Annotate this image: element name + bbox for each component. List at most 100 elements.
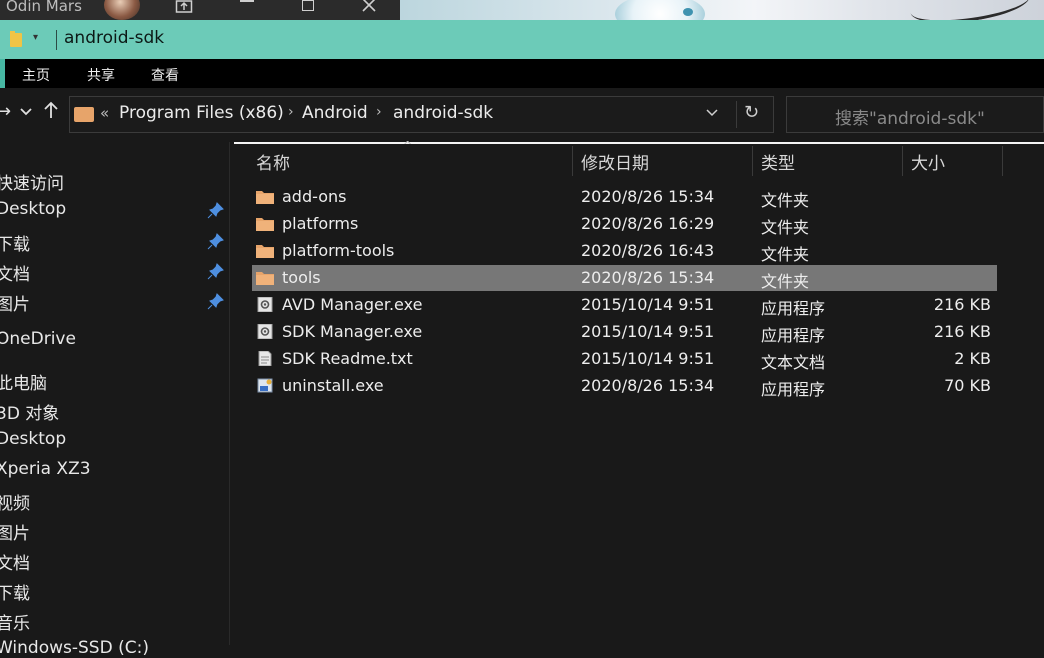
forward-arrow-icon[interactable]: → <box>0 101 11 122</box>
sidebar-item-c-drive[interactable]: Windows-SSD (C:) <box>0 638 149 658</box>
address-bar[interactable]: « Program Files (x86) › Android › androi… <box>69 96 774 133</box>
text-document-icon <box>258 351 272 366</box>
tab-share[interactable]: 共享 <box>87 65 115 85</box>
navigation-bar: → « Program Files (x86) › Android › andr… <box>0 88 1044 142</box>
file-type: 文件夹 <box>761 272 810 291</box>
file-type: 文件夹 <box>761 218 810 237</box>
file-row-sdk-manager[interactable]: SDK Manager.exe 2015/10/14 9:51 应用程序 216… <box>252 319 997 345</box>
breadcrumb-separator-icon[interactable]: › <box>288 104 294 120</box>
column-header-size[interactable]: 大小 <box>911 149 945 174</box>
tab-view[interactable]: 查看 <box>151 65 179 85</box>
file-date: 2015/10/14 9:51 <box>581 322 715 341</box>
sidebar-item-3d-objects[interactable]: 3D 对象 <box>0 399 59 424</box>
file-type: 应用程序 <box>761 380 826 399</box>
sidebar-item-quick-access[interactable]: 快速访问 <box>0 169 64 194</box>
sidebar-item-desktop[interactable]: Desktop <box>0 199 66 219</box>
refresh-icon[interactable]: ↻ <box>744 102 759 123</box>
content-top-border <box>234 142 1044 144</box>
close-icon <box>362 0 376 12</box>
sidebar-item-pictures-pc[interactable]: 图片 <box>0 519 30 544</box>
wallpaper-stroke <box>908 0 1032 20</box>
folder-icon <box>256 218 274 231</box>
sidebar-item-desktop-pc[interactable]: Desktop <box>0 429 66 449</box>
file-date: 2015/10/14 9:51 <box>581 349 715 368</box>
ribbon-tabs: 主页 共享 查看 <box>0 59 1044 88</box>
pin-icon[interactable] <box>207 262 225 280</box>
maximize-button[interactable] <box>297 0 319 16</box>
file-name: SDK Readme.txt <box>282 349 413 368</box>
file-date: 2015/10/14 9:51 <box>581 295 715 314</box>
breadcrumb-android[interactable]: Android <box>302 103 368 123</box>
search-input[interactable]: 搜索"android-sdk" <box>786 96 1044 133</box>
quick-access-toolbar-dropdown[interactable]: ▾ <box>33 32 38 43</box>
recent-locations-chevron-icon[interactable] <box>20 105 32 120</box>
sidebar-item-onedrive[interactable]: OneDrive <box>0 329 76 349</box>
minimize-button[interactable] <box>236 0 258 16</box>
ribbon-accent <box>0 59 5 88</box>
sidebar-item-this-pc[interactable]: 此电脑 <box>0 369 47 394</box>
title-divider <box>56 30 57 50</box>
maximize-icon <box>302 0 314 11</box>
window-title: android-sdk <box>64 28 165 48</box>
breadcrumb-program-files[interactable]: Program Files (x86) <box>119 103 284 123</box>
file-name: AVD Manager.exe <box>282 295 423 314</box>
application-gear-icon <box>257 297 273 312</box>
column-divider[interactable] <box>902 146 903 176</box>
file-size: 70 KB <box>944 376 991 395</box>
file-row-add-ons[interactable]: add-ons 2020/8/26 15:34 文件夹 <box>252 184 997 210</box>
folder-icon <box>74 107 94 122</box>
sidebar-item-videos[interactable]: 视频 <box>0 489 30 514</box>
file-row-platform-tools[interactable]: platform-tools 2020/8/26 16:43 文件夹 <box>252 238 997 264</box>
file-name: uninstall.exe <box>282 376 384 395</box>
folder-icon <box>256 191 274 204</box>
file-date: 2020/8/26 15:34 <box>581 376 715 395</box>
pin-to-taskbar-icon[interactable] <box>173 0 195 16</box>
sidebar-item-documents[interactable]: 文档 <box>0 260 30 285</box>
account-name[interactable]: Odin Mars <box>6 0 82 15</box>
file-row-platforms[interactable]: platforms 2020/8/26 16:29 文件夹 <box>252 211 997 237</box>
column-header-type[interactable]: 类型 <box>761 149 795 174</box>
breadcrumb-separator-icon[interactable]: › <box>376 104 382 120</box>
sidebar-item-downloads-pc[interactable]: 下载 <box>0 579 30 604</box>
file-type: 文本文档 <box>761 353 826 372</box>
file-date: 2020/8/26 15:34 <box>581 268 715 287</box>
minimize-icon <box>240 0 254 2</box>
wallpaper-figure-eye <box>683 8 693 16</box>
breadcrumb-overflow-icon[interactable]: « <box>100 104 109 122</box>
file-size: 216 KB <box>933 322 991 341</box>
sidebar-item-downloads[interactable]: 下载 <box>0 230 30 255</box>
tab-home[interactable]: 主页 <box>22 65 50 85</box>
file-name: tools <box>282 268 321 287</box>
address-divider <box>736 101 737 128</box>
file-row-avd-manager[interactable]: AVD Manager.exe 2015/10/14 9:51 应用程序 216… <box>252 292 997 318</box>
file-type: 应用程序 <box>761 326 826 345</box>
breadcrumb-android-sdk[interactable]: android-sdk <box>393 103 493 123</box>
file-size: 2 KB <box>954 349 991 368</box>
file-date: 2020/8/26 15:34 <box>581 187 715 206</box>
file-name: SDK Manager.exe <box>282 322 423 341</box>
address-history-dropdown-icon[interactable] <box>706 106 718 121</box>
up-arrow-icon[interactable] <box>44 101 58 124</box>
application-gear-icon <box>257 324 273 339</box>
pin-icon[interactable] <box>207 232 225 250</box>
file-row-sdk-readme[interactable]: SDK Readme.txt 2015/10/14 9:51 文本文档 2 KB <box>252 346 997 372</box>
sidebar-item-documents-pc[interactable]: 文档 <box>0 549 30 574</box>
column-divider[interactable] <box>752 146 753 176</box>
close-button[interactable] <box>358 0 380 16</box>
sidebar-item-music[interactable]: 音乐 <box>0 609 30 634</box>
folder-icon <box>10 31 22 47</box>
file-date: 2020/8/26 16:29 <box>581 214 715 233</box>
column-header-date[interactable]: 修改日期 <box>581 149 649 174</box>
sidebar-item-pictures[interactable]: 图片 <box>0 290 30 315</box>
column-header-name[interactable]: 名称 <box>256 149 290 174</box>
pin-icon[interactable] <box>207 201 225 219</box>
file-size: 216 KB <box>933 295 991 314</box>
file-name: add-ons <box>282 187 347 206</box>
column-divider[interactable] <box>1002 146 1003 176</box>
sidebar-item-xperia[interactable]: Xperia XZ3 <box>0 459 91 479</box>
file-row-uninstall[interactable]: uninstall.exe 2020/8/26 15:34 应用程序 70 KB <box>252 373 997 399</box>
navigation-pane-divider[interactable] <box>229 142 230 645</box>
pin-icon[interactable] <box>207 292 225 310</box>
file-row-tools-selected[interactable]: tools 2020/8/26 15:34 文件夹 <box>252 265 997 291</box>
column-divider[interactable] <box>572 146 573 176</box>
